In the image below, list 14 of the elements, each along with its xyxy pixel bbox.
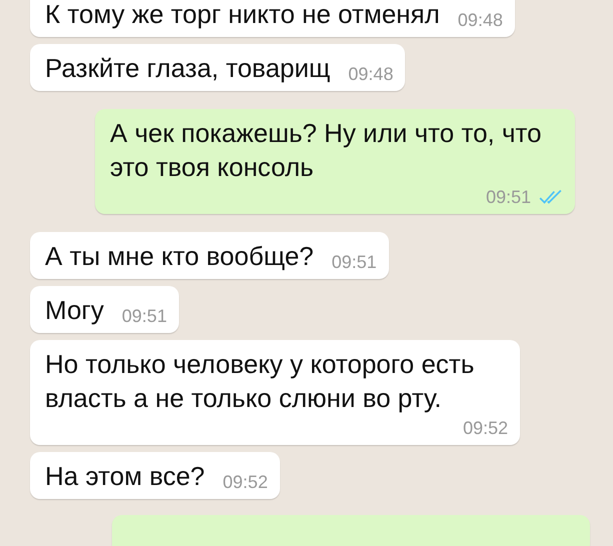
message-text: К тому же торг никто не отменял — [45, 0, 440, 31]
message-time: 09:48 — [348, 63, 394, 85]
message-text: Разкйте глаза, товарищ — [45, 52, 330, 85]
message-time: 09:51 — [332, 251, 377, 273]
message-text: А ты мне кто вообще? — [45, 240, 314, 273]
message-time: 09:48 — [458, 9, 503, 31]
message-text: Но только человеку у которого есть власть а не только слюни во рту. — [45, 348, 476, 415]
message-text: Могу — [45, 294, 104, 327]
message-text: На этом все? — [45, 460, 205, 493]
message-time: 09:52 — [462, 417, 508, 439]
message-time: 09:51 — [486, 186, 531, 208]
message-text: А чек покажешь? Ну или что то, что это твоя консоль — [110, 117, 542, 184]
message-time: 09:52 — [222, 471, 268, 493]
message-time: 09:51 — [122, 305, 167, 327]
